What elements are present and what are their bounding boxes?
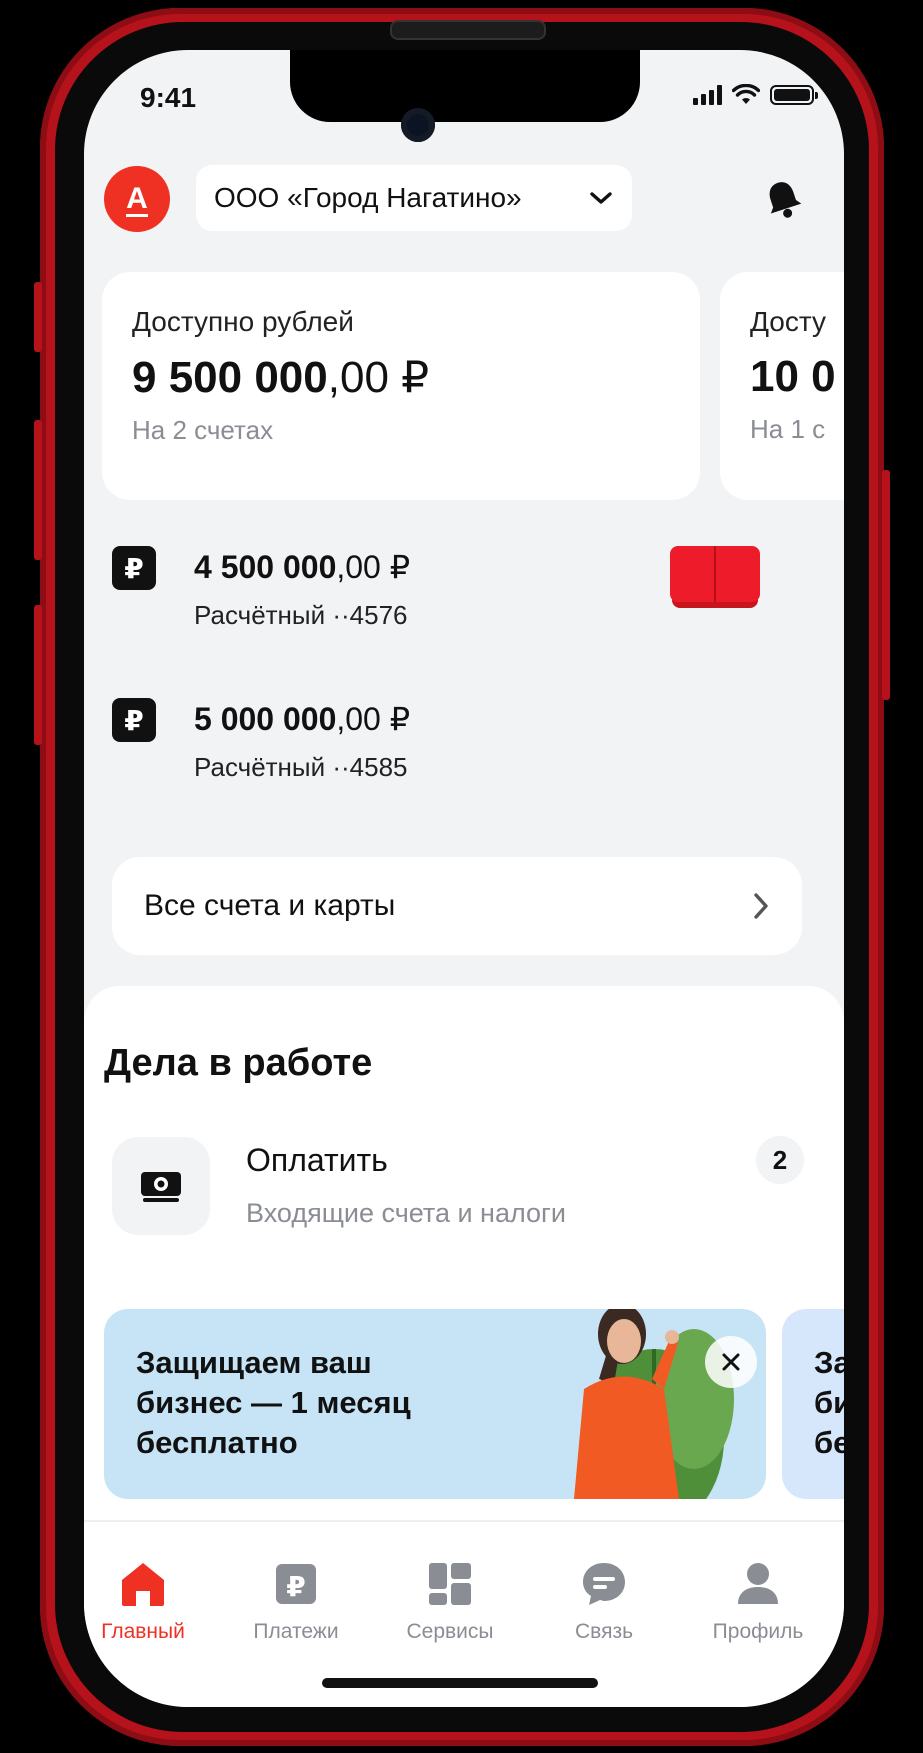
account-name: Расчётный ··4585: [194, 752, 408, 782]
account-amount: 4 500 000,00 ₽: [194, 548, 410, 586]
task-count-badge: 2: [756, 1136, 804, 1184]
balance-card-label: Досту: [750, 306, 826, 337]
tab-label: Связь: [574, 1620, 634, 1643]
tasks-title: Дела в работе: [104, 1042, 373, 1084]
promo-banner[interactable]: Защищаем ваш бизнес — 1 месяц бесплатно: [104, 1309, 766, 1499]
balance-card-label: Доступно рублей: [132, 306, 354, 337]
promo-next-text: За би бе: [814, 1345, 844, 1460]
app-screen: 9:41 А ООО «Город Нагатино» Доступно руб…: [84, 50, 844, 1707]
profile-icon: [738, 1563, 778, 1604]
task-title[interactable]: Оплатить: [246, 1142, 388, 1179]
account-amount: 5 000 000,00 ₽: [194, 700, 410, 738]
all-accounts-label: Все счета и карты: [144, 889, 396, 922]
all-accounts-button[interactable]: Все счета и карты: [112, 857, 802, 955]
bank-logo[interactable]: А: [104, 166, 170, 232]
svg-text:₽: ₽: [286, 1570, 305, 1603]
tab-profile[interactable]: Профиль: [688, 1558, 828, 1644]
chevron-right-icon: [754, 893, 768, 919]
tab-services[interactable]: Сервисы: [380, 1558, 520, 1644]
account-amount-int: 5 000 000: [194, 701, 337, 737]
side-button-mute: [34, 282, 42, 352]
tab-payments[interactable]: ₽ Платежи: [226, 1558, 366, 1644]
tab-label: Сервисы: [406, 1620, 494, 1643]
account-amount-frac: ,00 ₽: [336, 701, 411, 737]
bank-logo-letter: А: [126, 181, 148, 215]
tab-label: Профиль: [712, 1620, 804, 1643]
tab-label: Главный: [101, 1620, 185, 1643]
tab-label: Платежи: [253, 1620, 339, 1643]
home-icon: [122, 1563, 164, 1606]
ruble-icon: ₽: [112, 698, 156, 742]
company-selector[interactable]: ООО «Город Нагатино»: [196, 165, 632, 231]
side-button-volume-down: [34, 605, 42, 745]
account-amount-frac: ,00 ₽: [336, 549, 411, 585]
services-icon: [429, 1563, 471, 1605]
balance-amount-frac: ,00 ₽: [327, 353, 430, 402]
notifications-button[interactable]: [760, 176, 806, 222]
balance-card-next[interactable]: Досту 10 0 На 1 с: [720, 272, 844, 500]
wifi-icon: [732, 84, 760, 104]
side-button-power: [882, 470, 890, 700]
balance-card-amount: 9 500 000,00 ₽: [132, 352, 670, 403]
bank-logo-underline: [126, 213, 148, 217]
front-camera: [401, 108, 435, 142]
battery-icon: [770, 85, 818, 105]
chat-icon: [583, 1563, 625, 1605]
notch: [290, 50, 640, 122]
task-subtitle: Входящие счета и налоги: [246, 1198, 566, 1228]
balance-amount-int: 9 500 000: [132, 353, 328, 402]
balance-card-sub: На 1 с: [750, 414, 826, 444]
chevron-down-icon: [590, 192, 612, 204]
company-name: ООО «Город Нагатино»: [214, 182, 522, 213]
cash-icon: [141, 1172, 181, 1202]
promo-close-button[interactable]: [705, 1336, 757, 1388]
ruble-icon: ₽: [112, 546, 156, 590]
earpiece-speaker: [390, 20, 546, 40]
bank-card-icon[interactable]: [670, 546, 760, 608]
bell-icon: [769, 182, 802, 218]
balance-card-rub[interactable]: Доступно рублей 9 500 000,00 ₽ На 2 счет…: [102, 272, 700, 500]
cellular-signal-icon: [693, 85, 722, 105]
balance-card-amount: 10 0: [750, 352, 844, 402]
tab-chat[interactable]: Связь: [534, 1558, 674, 1644]
task-pay-button[interactable]: [112, 1137, 210, 1235]
account-row[interactable]: ₽ 4 500 000,00 ₽ Расчётный ··4576: [112, 546, 772, 646]
status-time: 9:41: [140, 82, 197, 113]
account-amount-int: 4 500 000: [194, 549, 337, 585]
promo-text: Защищаем ваш бизнес — 1 месяц бесплатно: [136, 1345, 411, 1460]
side-button-volume-up: [34, 420, 42, 560]
promo-banner-next[interactable]: За би бе: [782, 1309, 844, 1499]
balance-card-sub: На 2 счетах: [132, 415, 274, 445]
home-indicator: [322, 1678, 598, 1688]
account-name: Расчётный ··4576: [194, 600, 408, 630]
tab-home[interactable]: Главный: [84, 1558, 213, 1644]
payments-icon: ₽: [276, 1564, 316, 1604]
close-icon: [722, 1353, 740, 1371]
account-row[interactable]: ₽ 5 000 000,00 ₽ Расчётный ··4585: [112, 698, 772, 798]
balance-amount-int: 10 0: [750, 352, 836, 401]
status-icons: [693, 84, 818, 106]
